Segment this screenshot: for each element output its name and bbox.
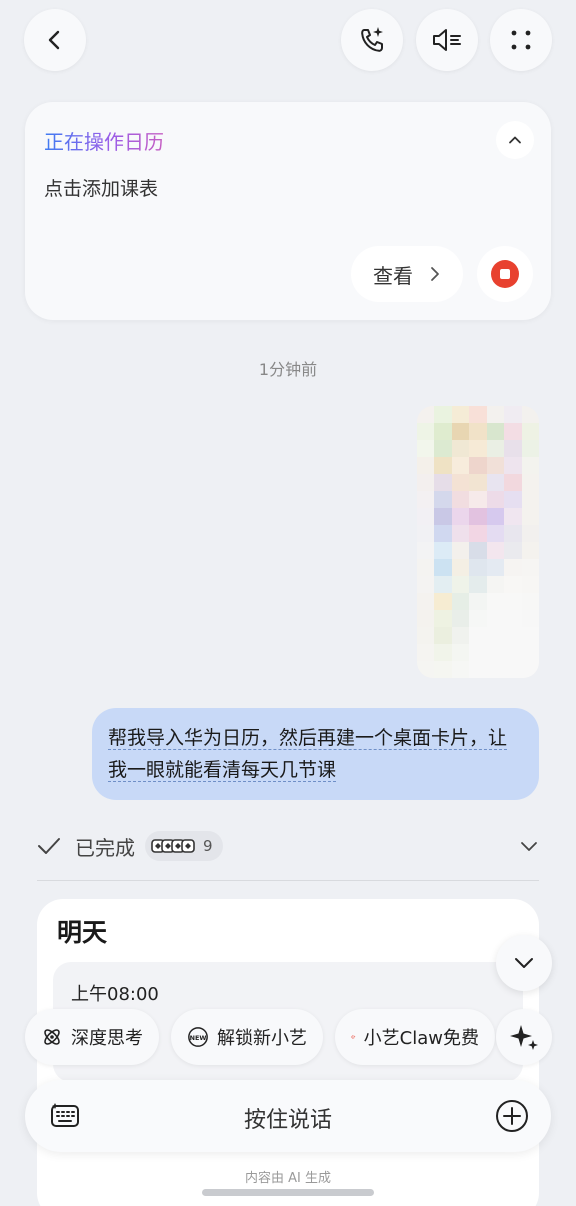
collapse-button[interactable] — [496, 121, 534, 159]
ai-call-icon — [361, 27, 383, 52]
chip-label: 解锁新小艺 — [217, 1028, 307, 1049]
chevron-left-icon — [48, 30, 60, 50]
speaker-mode-icon — [433, 29, 461, 51]
more-button[interactable] — [490, 9, 552, 71]
class-time: 上午08:00 — [71, 984, 159, 1005]
input-bar: 按住说话 — [25, 1080, 551, 1152]
push-to-talk-button[interactable]: 按住说话 — [25, 1102, 551, 1134]
chevron-down-icon — [515, 958, 533, 968]
more-dots-icon — [511, 30, 531, 50]
ai-call-button[interactable] — [341, 9, 403, 71]
task-status-card: 正在操作日历 点击添加课表 查看 — [25, 102, 551, 320]
ai-disclaimer: 内容由 AI 生成 — [245, 1171, 331, 1186]
scroll-to-bottom-button[interactable] — [496, 935, 552, 991]
message-timestamp: 1分钟前 — [258, 360, 318, 379]
home-indicator[interactable] — [202, 1189, 374, 1196]
chip-deep-think[interactable]: 深度思考 — [25, 1009, 159, 1065]
chevron-down-icon — [521, 842, 537, 851]
view-label: 查看 — [373, 263, 413, 288]
chip-claw-free[interactable]: 小艺Claw免费 — [335, 1009, 495, 1065]
deep-think-icon — [44, 1029, 60, 1045]
ai-suggest-button[interactable] — [496, 1009, 552, 1065]
chevron-up-icon — [509, 136, 521, 144]
steps-count: 9 — [203, 837, 213, 855]
completed-steps-row[interactable]: 已完成 9 — [37, 826, 539, 866]
stop-icon — [491, 260, 519, 288]
svg-text:NEW: NEW — [190, 1034, 207, 1042]
task-subtitle: 点击添加课表 — [44, 178, 159, 200]
image-message[interactable] — [417, 406, 539, 678]
app-icons-stack-icon — [151, 839, 195, 853]
day-title: 明天 — [57, 918, 108, 947]
task-title: 正在操作日历 — [44, 126, 164, 155]
back-button[interactable] — [24, 9, 86, 71]
plus-icon[interactable] — [495, 1099, 529, 1133]
user-message-text: 帮我导入华为日历，然后再建一个桌面卡片，让我一眼就能看清每天几节课 — [108, 727, 508, 782]
pixelated-image — [417, 406, 539, 678]
chip-label: 小艺Claw免费 — [363, 1028, 479, 1049]
sparkle-icon — [510, 1025, 538, 1050]
speaker-mode-button[interactable] — [416, 9, 478, 71]
chip-label: 深度思考 — [71, 1028, 143, 1049]
claw-icon — [351, 1035, 356, 1039]
steps-badge: 9 — [145, 831, 223, 861]
user-message-bubble[interactable]: 帮我导入华为日历，然后再建一个桌面卡片，让我一眼就能看清每天几节课 — [92, 708, 539, 800]
view-button[interactable]: 查看 — [351, 246, 463, 302]
chevron-right-icon — [431, 267, 439, 281]
chip-unlock-new[interactable]: NEW 解锁新小艺 — [171, 1009, 323, 1065]
completed-label: 已完成 — [75, 835, 135, 860]
new-badge-icon: NEW — [188, 1027, 208, 1047]
divider — [37, 880, 539, 881]
stop-button[interactable] — [477, 246, 533, 302]
checkmark-icon — [38, 838, 60, 854]
